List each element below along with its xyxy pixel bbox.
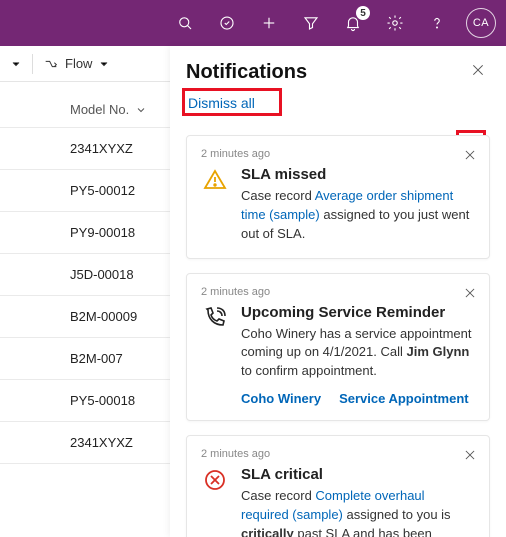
table-row[interactable]: 2341XYXZ	[0, 127, 170, 169]
avatar[interactable]: CA	[466, 8, 496, 38]
card-body-text: Coho Winery has a service appointment co…	[241, 325, 475, 382]
flow-label: Flow	[65, 56, 92, 71]
warning-icon	[201, 166, 229, 244]
bell-icon[interactable]: 5	[336, 6, 370, 40]
card-action-link[interactable]: Coho Winery	[241, 391, 321, 406]
card-action-link[interactable]: Service Appointment	[339, 391, 469, 406]
table-row[interactable]: 2341XYXZ	[0, 421, 170, 464]
flow-menu[interactable]: Flow	[43, 56, 110, 72]
table-row[interactable]: J5D-00018	[0, 253, 170, 295]
notification-card-sla-critical: 2 minutes ago SLA critical Case record C…	[186, 435, 490, 537]
view-switcher[interactable]	[10, 58, 22, 70]
task-icon[interactable]	[210, 6, 244, 40]
help-icon[interactable]	[420, 6, 454, 40]
add-icon[interactable]	[252, 6, 286, 40]
card-title: SLA critical	[241, 466, 475, 483]
card-body-text: Case record Complete overhaul required (…	[241, 487, 475, 537]
panel-title: Notifications	[186, 61, 307, 84]
dismiss-card-button[interactable]	[461, 146, 479, 164]
search-icon[interactable]	[168, 6, 202, 40]
settings-icon[interactable]	[378, 6, 412, 40]
card-timestamp: 2 minutes ago	[201, 448, 475, 460]
divider	[32, 54, 33, 74]
card-title: SLA missed	[241, 166, 475, 183]
error-icon	[201, 466, 229, 537]
filter-icon[interactable]	[294, 6, 328, 40]
table-row[interactable]: B2M-007	[0, 337, 170, 379]
notifications-panel: Notifications Dismiss all 2 minutes ago …	[170, 46, 506, 537]
card-body-text: Case record Average order shipment time …	[241, 187, 475, 244]
dismiss-card-button[interactable]	[461, 446, 479, 464]
table-row[interactable]: PY5-00018	[0, 379, 170, 421]
avatar-initials: CA	[473, 17, 489, 29]
contact-name: Jim Glynn	[407, 344, 470, 359]
card-timestamp: 2 minutes ago	[201, 286, 475, 298]
data-grid: Model No. 2341XYXZ PY5-00012 PY9-00018 J…	[0, 82, 170, 464]
phone-icon	[201, 304, 229, 407]
card-timestamp: 2 minutes ago	[201, 148, 475, 160]
table-row[interactable]: PY9-00018	[0, 211, 170, 253]
card-title: Upcoming Service Reminder	[241, 304, 475, 321]
table-row[interactable]: PY5-00012	[0, 169, 170, 211]
notification-badge: 5	[356, 6, 370, 20]
dismiss-all-link[interactable]: Dismiss all	[186, 91, 269, 117]
notification-card-sla-missed: 2 minutes ago SLA missed Case record Ave…	[186, 135, 490, 259]
notification-card-service-reminder: 2 minutes ago Upcoming Service Reminder …	[186, 273, 490, 422]
table-row[interactable]: B2M-00009	[0, 295, 170, 337]
app-topbar: 5 CA	[0, 0, 506, 46]
column-header-model-no[interactable]: Model No.	[0, 82, 170, 127]
close-panel-button[interactable]	[466, 58, 490, 87]
dismiss-card-button[interactable]	[461, 284, 479, 302]
